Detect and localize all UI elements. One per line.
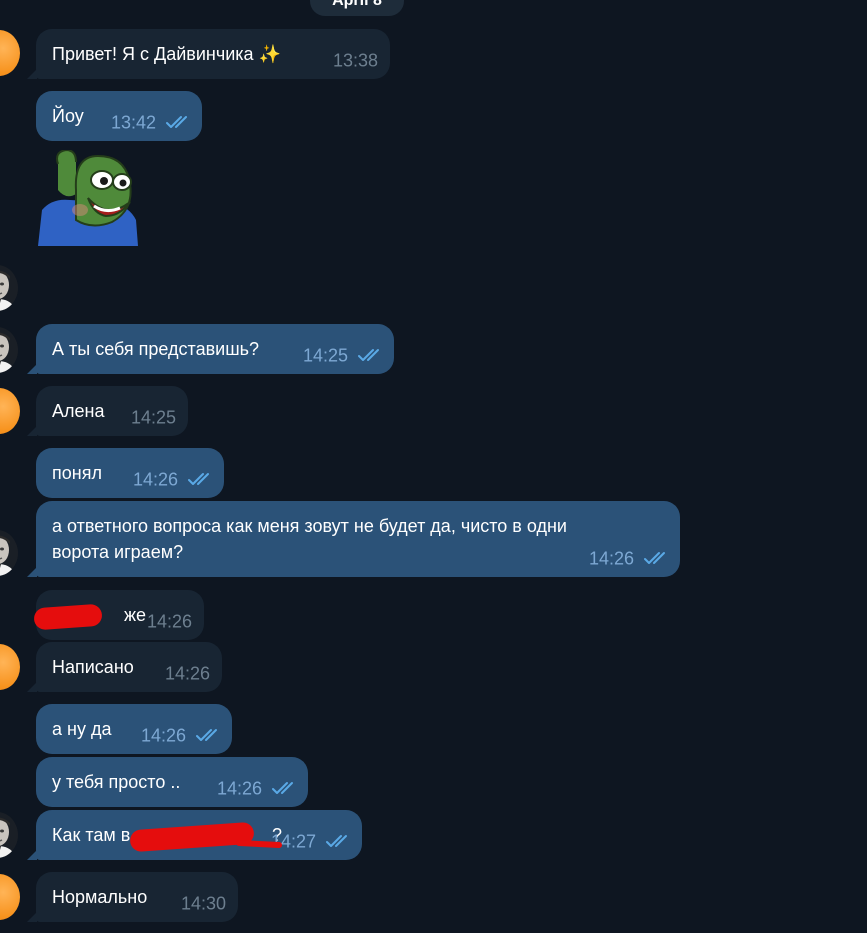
message-meta: 14:27 <box>271 829 352 852</box>
redaction-mark <box>33 603 103 631</box>
message-bubble[interactable]: а ответного вопроса как меня зовут не бу… <box>27 501 680 577</box>
message-bubble[interactable]: у тебя просто .. 14:26 <box>36 757 308 807</box>
message-time: 14:25 <box>130 407 176 427</box>
message-time: 14:26 <box>216 778 262 798</box>
message-bubble[interactable]: а ну да 14:26 <box>36 704 232 754</box>
sparkles-emoji-icon: ✨ <box>258 44 281 64</box>
contact-avatar[interactable] <box>0 874 20 920</box>
message-text-body: Привет! Я с Дайвинчика <box>52 44 254 64</box>
user-avatar[interactable] <box>0 265 18 311</box>
message-text: же <box>124 605 147 625</box>
date-separator: April 8 <box>310 0 404 16</box>
message-text-line: а ответного вопроса как меня зовут не бу… <box>52 516 567 536</box>
pepe-frog-sticker-icon[interactable] <box>36 150 140 246</box>
message-bubble[interactable]: понял 14:26 <box>36 448 224 498</box>
message-meta: 14:26 <box>141 723 222 746</box>
user-avatar[interactable] <box>0 327 18 373</box>
message-time: 13:38 <box>332 50 378 70</box>
message-text: у тебя просто .. <box>52 772 181 792</box>
message-bubble[interactable]: Нормально 14:30 <box>27 872 238 922</box>
read-checkmarks-icon <box>196 728 222 742</box>
message-meta: 14:26 <box>133 467 214 490</box>
user-photo <box>0 265 18 311</box>
message-meta: 14:26 <box>147 609 192 632</box>
user-avatar[interactable] <box>0 530 18 576</box>
user-photo <box>0 327 18 373</box>
message-text: Йоу <box>52 106 84 126</box>
message-meta: 13:38 <box>333 48 378 71</box>
message-time: 14:26 <box>140 725 186 745</box>
user-photo <box>0 812 18 858</box>
message-text-line: ворота играем? <box>52 542 184 562</box>
message-text: понял <box>52 463 102 483</box>
message-meta: 14:26 <box>165 661 210 684</box>
message-text: А ты себя представишь? <box>52 339 260 359</box>
message-bubble[interactable]: А ты себя представишь? 14:25 <box>27 324 394 374</box>
user-photo <box>0 530 18 576</box>
message-time: 14:26 <box>588 548 634 568</box>
contact-avatar[interactable] <box>0 388 20 434</box>
message-meta: 14:26 <box>217 776 298 799</box>
message-text: Как там в <box>52 825 131 845</box>
read-checkmarks-icon <box>644 551 670 565</box>
contact-avatar[interactable] <box>0 644 20 690</box>
read-checkmarks-icon <box>272 781 298 795</box>
message-meta: 14:30 <box>181 891 226 914</box>
message-text: а ну да <box>52 719 112 739</box>
message-text: Написано <box>52 657 134 677</box>
message-time: 13:42 <box>110 112 156 132</box>
contact-avatar[interactable] <box>0 30 20 76</box>
message-time: 14:25 <box>302 345 348 365</box>
message-text: Алена <box>52 401 105 421</box>
message-meta: 14:25 <box>303 343 384 366</box>
message-meta: 14:26 <box>589 546 670 569</box>
user-avatar[interactable] <box>0 812 18 858</box>
message-time: 14:30 <box>180 893 226 913</box>
message-time: 14:26 <box>132 469 178 489</box>
message-time: 14:26 <box>146 611 192 631</box>
message-bubble[interactable]: Написано 14:26 <box>27 642 222 692</box>
chat-history[interactable]: April 8 Привет! Я с Дайвинчика ✨ 13:38 Й… <box>0 0 867 933</box>
read-checkmarks-icon <box>326 834 352 848</box>
message-text: Привет! Я с Дайвинчика ✨ <box>52 42 281 66</box>
message-meta: 13:42 <box>111 110 192 133</box>
message-bubble[interactable]: Алена 14:25 <box>27 386 188 436</box>
read-checkmarks-icon <box>188 472 214 486</box>
message-bubble[interactable]: Йоу 13:42 <box>36 91 202 141</box>
message-time: 14:26 <box>164 663 210 683</box>
message-text: Нормально <box>52 887 148 907</box>
read-checkmarks-icon <box>166 115 192 129</box>
read-checkmarks-icon <box>358 348 384 362</box>
message-bubble[interactable]: Привет! Я с Дайвинчика ✨ 13:38 <box>27 29 390 79</box>
message-meta: 14:25 <box>131 405 176 428</box>
